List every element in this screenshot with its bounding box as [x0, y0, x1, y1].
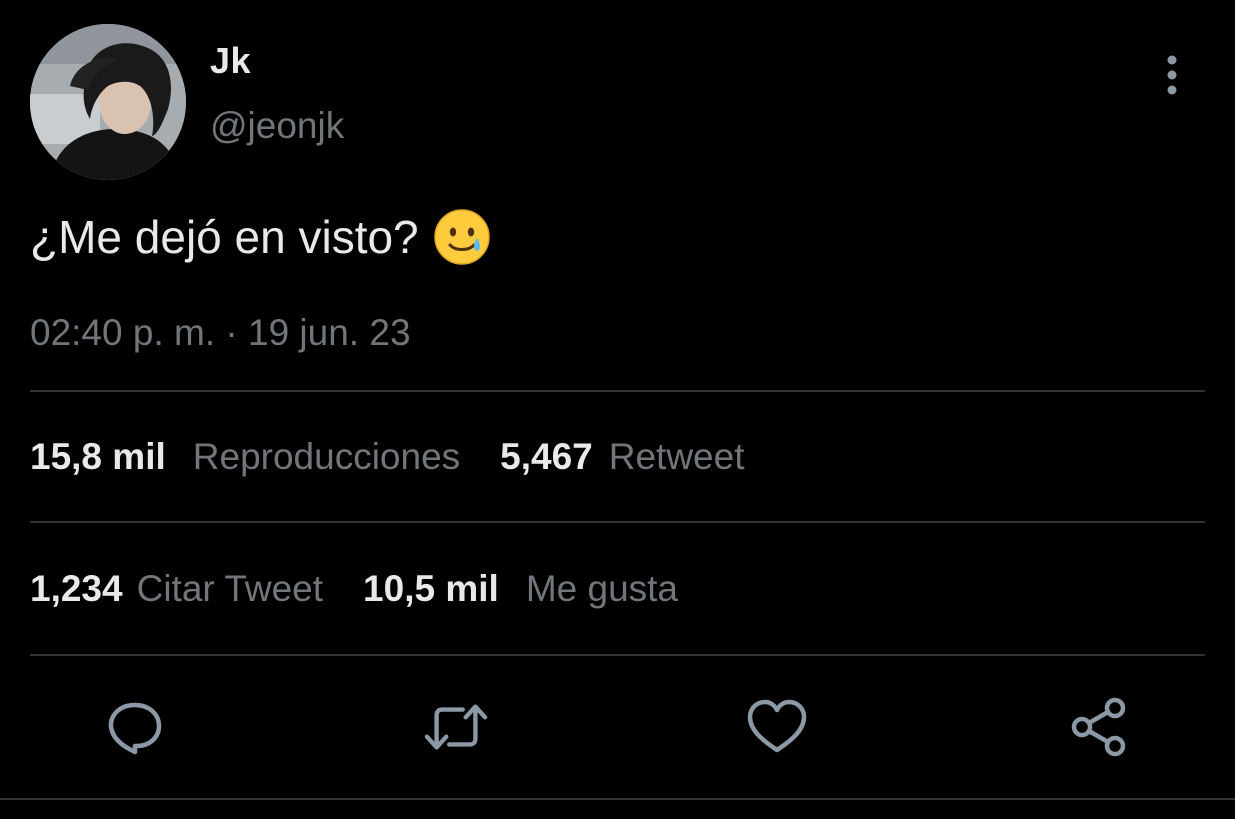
divider — [30, 654, 1205, 656]
retweet-button[interactable] — [424, 695, 488, 759]
tweet-date: 19 jun. 23 — [248, 312, 411, 353]
tweet-body: ¿Me dejó en visto? — [30, 211, 419, 263]
quotes-label: Citar Tweet — [136, 568, 324, 609]
quotes-count: 1,234 — [30, 568, 123, 609]
quotes-stat[interactable]: 1,234 Citar Tweet — [30, 568, 323, 610]
likes-count: 10,5 mil — [363, 568, 499, 609]
retweets-count: 5,467 — [500, 436, 593, 477]
share-icon — [1071, 697, 1126, 757]
views-label: Reproducciones — [192, 436, 461, 477]
tweet-timestamp[interactable]: 02:40 p. m. · 19 jun. 23 — [30, 312, 411, 354]
bottom-divider — [0, 798, 1235, 800]
profile-photo — [30, 24, 186, 180]
display-name[interactable]: Jk — [210, 40, 251, 82]
retweets-label: Retweet — [608, 436, 745, 477]
more-options-button[interactable] — [1150, 50, 1194, 100]
tweet-text: ¿Me dejó en visto? — [30, 208, 491, 266]
share-button[interactable] — [1067, 695, 1131, 759]
retweet-icon — [424, 704, 488, 750]
like-button[interactable] — [745, 695, 809, 759]
divider — [30, 521, 1205, 523]
reply-icon — [108, 702, 162, 755]
timestamp-separator: · — [215, 312, 248, 353]
avatar[interactable] — [30, 24, 186, 180]
stats-row-quotes-likes: 1,234 Citar Tweet 10,5 mil Me gusta — [30, 568, 718, 610]
views-stat[interactable]: 15,8 mil Reproducciones — [30, 436, 460, 478]
tweet-time: 02:40 p. m. — [30, 312, 216, 353]
reply-button[interactable] — [103, 695, 167, 759]
retweets-stat[interactable]: 5,467 Retweet — [500, 436, 744, 478]
divider — [30, 390, 1205, 392]
likes-label: Me gusta — [525, 568, 679, 609]
smiling-face-with-tear-icon — [433, 209, 490, 265]
views-count: 15,8 mil — [30, 436, 166, 477]
stats-row-views-retweets: 15,8 mil Reproducciones 5,467 Retweet — [30, 436, 784, 478]
likes-stat[interactable]: 10,5 mil Me gusta — [363, 568, 678, 610]
vertical-dots-icon — [1167, 55, 1177, 95]
user-handle[interactable]: @jeonjk — [210, 105, 344, 147]
heart-icon — [747, 699, 807, 753]
